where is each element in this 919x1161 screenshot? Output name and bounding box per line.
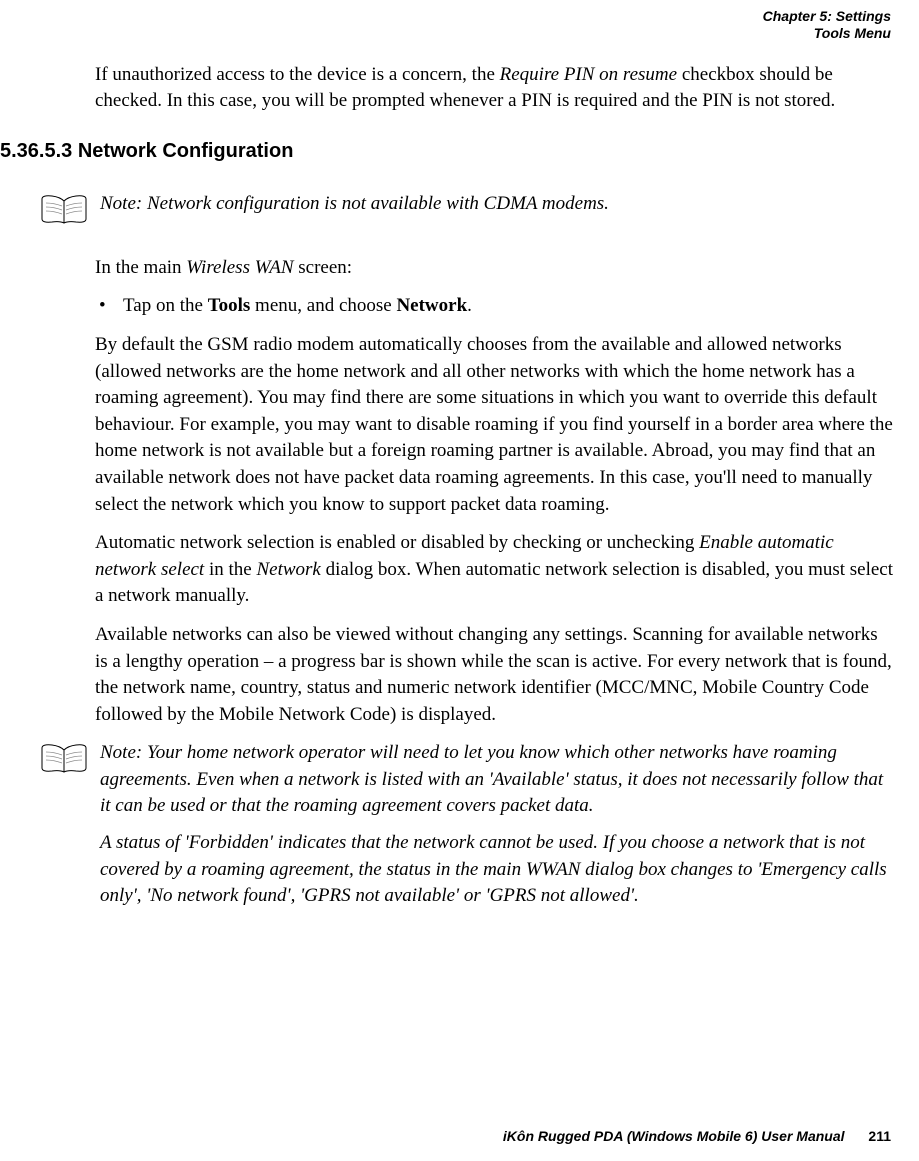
page-header: Chapter 5: Settings Tools Menu [0,0,919,42]
paragraph-3: Automatic network selection is enabled o… [95,530,894,610]
page-number: 211 [868,1128,891,1144]
note-2-p2: A status of 'Forbidden' indicates that t… [100,830,894,910]
section-number: 5.36.5.3 [0,140,72,162]
bullet-post: . [467,295,472,316]
section-heading: 5.36.5.3 Network Configuration [0,137,894,165]
section-title: Network Configuration [78,140,294,162]
bullet-pre: Tap on the [123,295,208,316]
note-block-1: Note: Network configuration is not avail… [40,191,894,225]
header-section: Tools Menu [0,25,891,42]
note-2-p1: Your home network operator will need to … [100,742,883,816]
header-chapter: Chapter 5: Settings [0,8,891,25]
bullet-mid: menu, and choose [250,295,396,316]
p3-pre: Automatic network selection is enabled o… [95,532,699,553]
note-1-text: Note: Network configuration is not avail… [100,191,894,218]
page-content: If unauthorized access to the device is … [0,42,919,920]
note-label: Note: [100,742,142,763]
bullet-bold-2: Network [396,295,467,316]
paragraph-2: By default the GSM radio modem automatic… [95,332,894,518]
paragraph-1: In the main Wireless WAN screen: [95,255,894,282]
paragraph-4: Available networks can also be viewed wi… [95,622,894,728]
intro-pre: If unauthorized access to the device is … [95,64,500,85]
p1-pre: In the main [95,257,186,278]
book-icon [40,193,88,225]
book-icon [40,742,88,774]
note-block-2: Note: Your home network operator will ne… [40,740,894,920]
manual-title: iKôn Rugged PDA (Windows Mobile 6) User … [503,1128,845,1144]
intro-paragraph: If unauthorized access to the device is … [95,62,894,115]
note-1-body: Network configuration is not available w… [147,193,609,214]
p3-mid: in the [204,559,256,580]
intro-italic: Require PIN on resume [500,64,677,85]
note-label: Note: [100,193,142,214]
page-footer: iKôn Rugged PDA (Windows Mobile 6) User … [503,1127,891,1147]
bullet-bold-1: Tools [208,295,251,316]
p3-italic2: Network [256,559,320,580]
bullet-item: Tap on the Tools menu, and choose Networ… [95,293,894,320]
p1-post: screen: [294,257,353,278]
note-2-text: Note: Your home network operator will ne… [100,740,894,920]
p1-italic: Wireless WAN [186,257,293,278]
